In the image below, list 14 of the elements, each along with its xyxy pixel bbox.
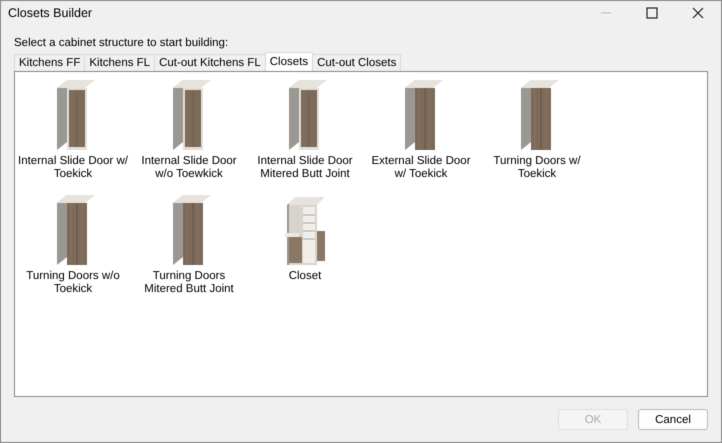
- structure-label[interactable]: External Slide Door w/ Toekick: [365, 155, 477, 181]
- structure-label[interactable]: Internal Slide Door w/o Toewkick: [133, 155, 245, 181]
- tab[interactable]: Closets: [264, 52, 314, 71]
- structure-label[interactable]: Turning Doors w/o Toekick: [17, 270, 129, 296]
- structure-label[interactable]: Internal Slide Door Mitered Butt Joint: [249, 155, 361, 181]
- tab[interactable]: Kitchens FF: [14, 54, 86, 71]
- cancel-button[interactable]: Cancel: [638, 409, 708, 430]
- tab[interactable]: Cut-out Closets: [312, 54, 402, 71]
- structure-label[interactable]: Turning Doors Mitered Butt Joint: [133, 270, 245, 296]
- structure-label[interactable]: Turning Doors w/ Toekick: [481, 155, 593, 181]
- structure-label[interactable]: Internal Slide Door w/ Toekick: [17, 155, 129, 181]
- window-title: Closets Builder: [8, 6, 94, 20]
- structure-label[interactable]: Closet: [249, 270, 361, 283]
- instruction-text: Select a cabinet structure to start building:: [14, 37, 230, 49]
